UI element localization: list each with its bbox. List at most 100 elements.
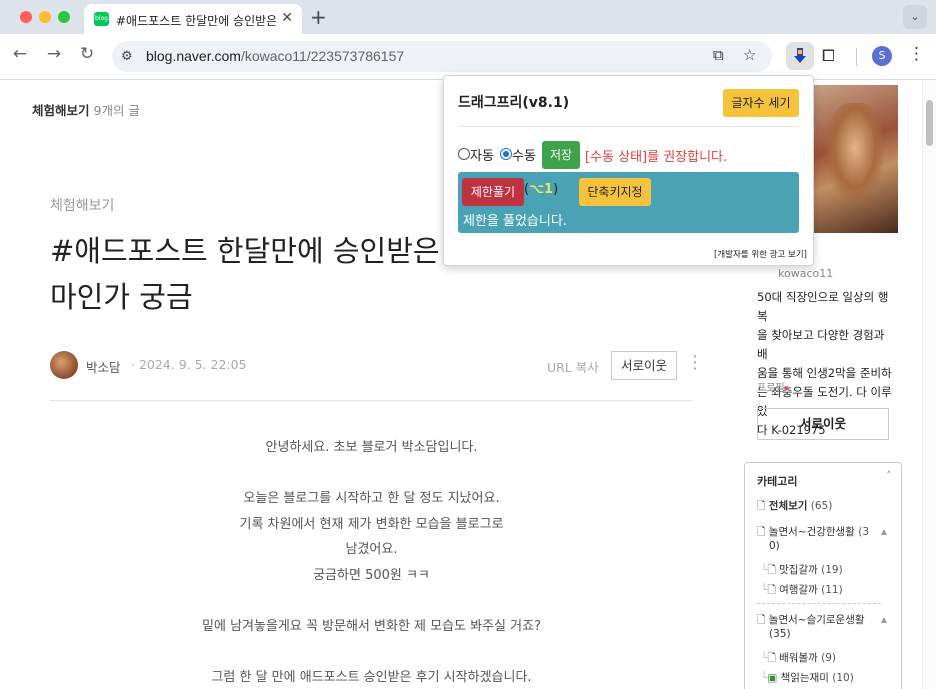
category-count: (3 <box>858 526 869 538</box>
body-line: 밑에 남겨놓을게요 꼭 방문해서 변화한 제 모습도 봐주실 거죠? <box>202 618 541 634</box>
body-line <box>50 639 693 665</box>
category-item-learn[interactable]: └🗋 배워볼까 (9) <box>761 651 836 665</box>
category-label: 여행갈까 <box>779 584 818 596</box>
post-title-line: 마인가 궁금 <box>50 280 193 314</box>
dragfree-popup: 드래그프리(v8.1) 글자수 세기 자동 수동 저장 [수동 상태]를 권장합… <box>443 75 814 266</box>
paren-close: ) <box>553 182 559 197</box>
blog-id: kowaco11 <box>778 267 834 280</box>
neighbor-button[interactable]: 서로이웃 <box>611 351 677 380</box>
blog-category-header[interactable]: 체험해보기 9개의 글 <box>32 100 140 119</box>
extensions-puzzle-icon[interactable]: ⧠ <box>822 46 835 66</box>
close-tab-icon[interactable]: ✕ <box>281 10 293 26</box>
url-copy-button[interactable]: URL 복사 <box>547 357 599 376</box>
body-line: 기록 차원에서 현재 제가 변화한 모습을 블로그로 <box>239 516 504 532</box>
browser-tab[interactable]: blog #애드포스트 한달만에 승인받은 후기 ✕ <box>84 4 302 34</box>
profile-link[interactable]: 프로필▸ <box>757 379 790 394</box>
open-in-app-icon[interactable]: ⧉ <box>713 46 724 64</box>
profile-avatar[interactable]: S <box>872 46 892 66</box>
body-line: 궁금하면 500원 ㅋㅋ <box>313 567 430 583</box>
post-title-line: #애드포스트 한달만에 승인받은 <box>50 234 440 268</box>
category-item-all[interactable]: 🗋 전체보기 (65) <box>757 499 832 513</box>
category-separator <box>757 603 881 604</box>
category-label-continued: (35) <box>769 628 791 640</box>
tab-title: #애드포스트 한달만에 승인받은 후기 <box>116 14 276 28</box>
close-window-button[interactable] <box>20 11 32 23</box>
tab-strip: blog #애드포스트 한달만에 승인받은 후기 ✕ + ⌄ <box>0 0 936 34</box>
category-count: (65) <box>810 500 833 512</box>
document-icon: 🗋 <box>767 584 776 596</box>
document-icon: 🗋 <box>767 564 776 576</box>
radio-manual[interactable] <box>500 148 512 160</box>
document-icon: 🗋 <box>757 614 766 626</box>
maximize-window-button[interactable] <box>58 11 70 23</box>
dragfree-extension-button[interactable] <box>786 42 814 70</box>
reload-icon[interactable]: ↻ <box>75 44 99 64</box>
shortcut-key: ⌥1 <box>529 182 554 197</box>
author-avatar[interactable] <box>50 351 78 379</box>
status-panel: 제한풀기 (⌥1) 단축키지정 제한을 풀었습니다. <box>458 172 799 233</box>
shortcut-hint: (⌥1) <box>524 182 558 197</box>
blog-category-name: 체험해보기 <box>32 103 90 118</box>
category-count: (11) <box>821 584 843 596</box>
category-item-travel[interactable]: └🗋 여행갈까 (11) <box>761 583 843 597</box>
unlimit-button[interactable]: 제한풀기 <box>462 178 524 206</box>
post-body: 안녕하세요. 초보 블로거 박소담입니다. 오늘은 블로그를 시작하고 한 달 … <box>50 435 693 689</box>
radio-auto[interactable] <box>458 148 470 160</box>
bookmark-star-icon[interactable]: ☆ <box>743 46 756 64</box>
forward-arrow-icon[interactable]: → <box>42 44 66 64</box>
url-text[interactable]: blog.naver.com/kowaco11/223573786157 <box>146 48 404 64</box>
save-button[interactable]: 저장 <box>542 141 580 169</box>
url-host: blog.naver.com <box>146 48 241 64</box>
profile-link-arrow-icon: ▸ <box>784 383 790 394</box>
category-fold-icon[interactable]: ▲ <box>881 527 887 536</box>
new-tab-button[interactable]: + <box>310 5 327 29</box>
document-icon: 🗋 <box>757 500 766 512</box>
radio-manual-label[interactable]: 수동 <box>512 145 536 164</box>
blog-post-count: 9개의 글 <box>93 103 140 118</box>
shortcut-settings-button[interactable]: 단축키지정 <box>579 178 651 206</box>
body-line: 남겼어요. <box>345 542 398 557</box>
address-bar[interactable]: ⚙ blog.naver.com/kowaco11/223573786157 ⧉… <box>112 41 772 72</box>
tab-search-button[interactable]: ⌄ <box>903 5 927 29</box>
category-item-food[interactable]: └🗋 맛집갈까 (19) <box>761 563 843 577</box>
site-info-icon[interactable]: ⚙ <box>121 49 133 64</box>
browser-toolbar: ← → ↻ ⚙ blog.naver.com/kowaco11/22357378… <box>0 34 936 80</box>
sidebar-neighbor-button[interactable]: 서로이웃 <box>757 408 889 440</box>
download-arrow-icon <box>794 48 806 63</box>
category-collapse-icon[interactable]: ˄ <box>887 471 892 481</box>
category-label: 책읽는재미 <box>780 672 829 684</box>
browser-menu-icon[interactable]: ⋮ <box>908 44 925 64</box>
body-line: 안녕하세요. 초보 블로거 박소담입니다. <box>265 440 478 455</box>
category-item-life[interactable]: 🗋 놀면서~슬기로운생활 <box>757 613 865 627</box>
category-item-health[interactable]: 🗋 놀면서~건강한생활 (3 <box>757 525 869 539</box>
developer-ad-link[interactable]: [개발자를 위한 광고 보기] <box>714 248 807 260</box>
profile-desc-line: 50대 직장인으로 일상의 행복 <box>757 290 889 323</box>
category-item-books[interactable]: └▣ 책읽는재미 (10) <box>761 671 854 685</box>
back-arrow-icon[interactable]: ← <box>8 44 32 64</box>
author-name[interactable]: 박소담 <box>86 357 121 376</box>
scrollbar-thumb[interactable] <box>926 100 933 146</box>
toolbar-separator <box>856 48 857 66</box>
category-label-continued: 0) <box>769 540 780 552</box>
radio-auto-label[interactable]: 자동 <box>470 145 494 164</box>
post-title: #애드포스트 한달만에 승인받은 마인가 궁금 <box>50 228 450 320</box>
category-fold-icon[interactable]: ▲ <box>881 615 887 624</box>
category-count: (19) <box>821 564 843 576</box>
page-scrollbar[interactable] <box>922 80 936 689</box>
post-category[interactable]: 체험해보기 <box>50 195 114 215</box>
body-line <box>50 588 693 614</box>
url-path: /kowaco11/223573786157 <box>240 48 405 64</box>
minimize-window-button[interactable] <box>39 11 51 23</box>
category-label: 전체보기 <box>768 500 808 512</box>
more-options-icon[interactable]: ⋮ <box>686 352 704 373</box>
category-count: (9) <box>821 652 836 664</box>
status-message: 제한을 풀었습니다. <box>463 214 567 229</box>
popup-title: 드래그프리(v8.1) <box>458 95 570 111</box>
char-count-button[interactable]: 글자수 세기 <box>723 89 799 117</box>
body-line <box>50 461 693 487</box>
category-box: 카테고리 ˄ 🗋 전체보기 (65) 🗋 놀면서~건강한생활 (3 ▲ 0) └… <box>744 462 902 689</box>
image-doc-icon: ▣ <box>767 672 778 684</box>
post-divider <box>50 400 693 401</box>
profile-image[interactable] <box>814 85 898 233</box>
recommend-text: [수동 상태]를 권장합니다. <box>585 150 728 165</box>
